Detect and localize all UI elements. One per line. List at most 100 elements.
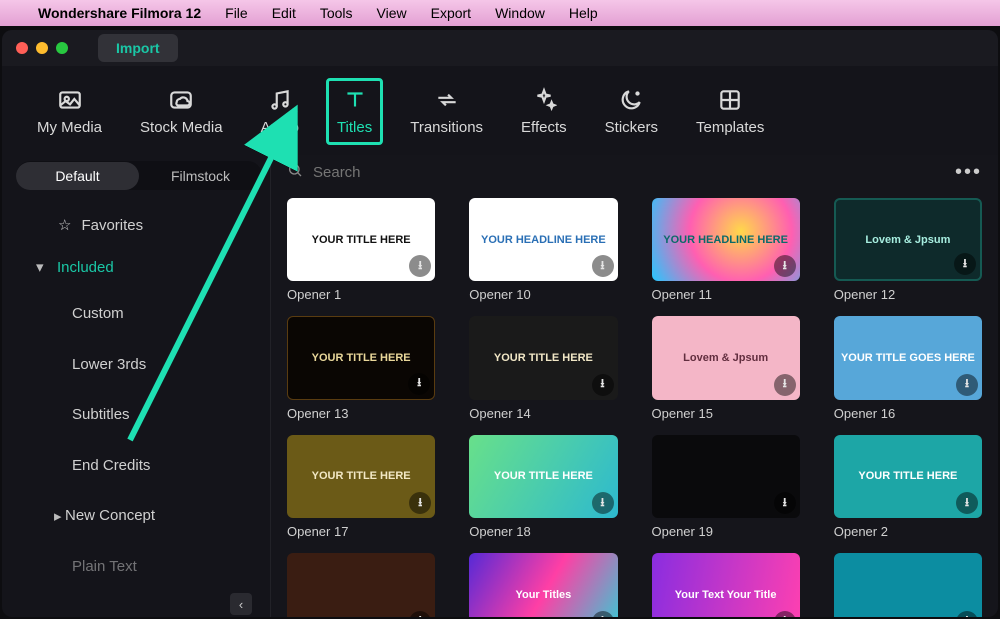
opener-card[interactable]: YOUR TITLE HERE⭳ Opener 1 (287, 198, 435, 302)
download-icon[interactable]: ⭳ (592, 374, 614, 396)
download-icon[interactable]: ⭳ (954, 253, 976, 275)
card-label: Opener 16 (834, 406, 982, 421)
download-icon[interactable]: ⭳ (409, 492, 431, 514)
sidebar-item-label: Included (57, 259, 114, 276)
download-icon[interactable]: ⭳ (956, 492, 978, 514)
menu-view[interactable]: View (377, 5, 407, 21)
tab-transitions[interactable]: Transitions (399, 78, 494, 145)
menubar-app-name[interactable]: Wondershare Filmora 12 (38, 5, 201, 21)
tab-templates[interactable]: Templates (685, 78, 775, 145)
opener-card[interactable]: ⭳ (834, 553, 982, 617)
opener-card[interactable]: Lovem & Jpsum⭳ Opener 12 (834, 198, 982, 302)
download-icon[interactable]: ⭳ (592, 492, 614, 514)
card-thumbnail: ⭳ (652, 435, 800, 518)
download-icon[interactable]: ⭳ (774, 611, 796, 617)
thumb-text: YOUR TITLE HERE (858, 470, 957, 482)
segmented-control: Default Filmstock (16, 161, 262, 190)
import-button[interactable]: Import (98, 34, 178, 62)
tab-titles[interactable]: Titles (326, 78, 383, 145)
card-label: Opener 14 (469, 406, 617, 421)
tab-stock-media[interactable]: Stock Media (129, 78, 234, 145)
sidebar: Default Filmstock ☆ Favorites ▾ Included… (2, 155, 270, 617)
card-label: Opener 15 (652, 406, 800, 421)
tab-label: Stock Media (140, 119, 223, 136)
download-icon[interactable]: ⭳ (592, 611, 614, 617)
tab-audio[interactable]: Audio (250, 78, 310, 145)
thumb-text: YOUR TITLE HERE (312, 470, 411, 482)
opener-card[interactable]: Lovem & Jpsum⭳ Opener 15 (652, 316, 800, 420)
opener-card[interactable]: YOUR TITLE HERE⭳ Opener 17 (287, 435, 435, 539)
sidebar-item-custom[interactable]: Custom (16, 288, 262, 339)
opener-card[interactable]: YOUR HEADLINE HERE⭳ Opener 10 (469, 198, 617, 302)
download-icon[interactable]: ⭳ (774, 255, 796, 277)
sidebar-included[interactable]: ▾ Included (16, 246, 262, 288)
sidebar-item-lower-3rds[interactable]: Lower 3rds (16, 339, 262, 390)
download-icon[interactable]: ⭳ (409, 255, 431, 277)
menu-tools[interactable]: Tools (320, 5, 353, 21)
thumb-text: YOUR HEADLINE HERE (663, 234, 788, 246)
thumb-text: YOUR TITLE HERE (312, 234, 411, 246)
card-thumbnail: YOUR TITLE HERE ⭳ (469, 435, 617, 518)
download-icon[interactable]: ⭳ (956, 611, 978, 617)
opener-card[interactable]: YOUR TITLE GOES HERE⭳ Opener 16 (834, 316, 982, 420)
opener-card[interactable]: Your Titles⭳ (469, 553, 617, 617)
collapse-sidebar-button[interactable]: ‹ (230, 593, 252, 615)
tab-my-media[interactable]: My Media (26, 78, 113, 145)
card-thumbnail: YOUR TITLE HERE ⭳ (287, 198, 435, 281)
opener-card[interactable]: YOUR HEADLINE HERE⭳ Opener 11 (652, 198, 800, 302)
opener-card[interactable]: YOUR TITLE HERE⭳ Opener 2 (834, 435, 982, 539)
thumb-text: YOUR TITLE HERE (494, 470, 593, 482)
grid-icon (717, 87, 743, 113)
segment-filmstock[interactable]: Filmstock (139, 162, 262, 190)
download-icon[interactable]: ⭳ (774, 374, 796, 396)
tab-effects[interactable]: Effects (510, 78, 578, 145)
menu-edit[interactable]: Edit (272, 5, 296, 21)
download-icon[interactable]: ⭳ (409, 611, 431, 617)
close-window-button[interactable] (16, 42, 28, 54)
moon-icon (618, 87, 644, 113)
more-options-icon[interactable]: ••• (955, 161, 982, 184)
menu-export[interactable]: Export (431, 5, 471, 21)
download-icon[interactable]: ⭳ (592, 255, 614, 277)
sidebar-favorites[interactable]: ☆ Favorites (16, 204, 262, 246)
sidebar-item-plain-text[interactable]: Plain Text (16, 541, 262, 592)
card-thumbnail: YOUR TITLE HERE ⭳ (287, 435, 435, 518)
opener-card[interactable]: YOUR TITLE HERE⭳ Opener 18 (469, 435, 617, 539)
download-icon[interactable]: ⭳ (774, 492, 796, 514)
tab-label: Transitions (410, 119, 483, 136)
menu-help[interactable]: Help (569, 5, 598, 21)
tab-stickers[interactable]: Stickers (594, 78, 669, 145)
fullscreen-window-button[interactable] (56, 42, 68, 54)
card-thumbnail: ⭳ (834, 553, 982, 617)
menu-window[interactable]: Window (495, 5, 545, 21)
opener-card[interactable]: Your Text Your Title⭳ (652, 553, 800, 617)
opener-card[interactable]: YOUR TITLE HERE⭳ Opener 14 (469, 316, 617, 420)
sidebar-collapse-row: ‹ (16, 592, 262, 617)
minimize-window-button[interactable] (36, 42, 48, 54)
sidebar-item-end-credits[interactable]: End Credits (16, 440, 262, 491)
menu-file[interactable]: File (225, 5, 248, 21)
sidebar-item-label: New Concept (65, 507, 155, 524)
top-tabs: My Media Stock Media Audio Titles Transi… (2, 66, 998, 155)
segment-default[interactable]: Default (16, 162, 139, 190)
opener-card[interactable]: YOUR TITLE HERE⭳ Opener 13 (287, 316, 435, 420)
download-icon[interactable]: ⭳ (956, 374, 978, 396)
sidebar-item-label: Favorites (81, 217, 143, 234)
swap-icon (434, 87, 460, 113)
download-icon[interactable]: ⭳ (408, 373, 430, 395)
app-window: Import My Media Stock Media Audio Titles… (2, 30, 998, 617)
sidebar-item-subtitles[interactable]: Subtitles (16, 389, 262, 440)
sidebar-item-new-concept[interactable]: ▸ New Concept (16, 491, 262, 542)
star-icon: ☆ (58, 216, 71, 234)
opener-card[interactable]: ⭳ (287, 553, 435, 617)
search-icon (287, 162, 303, 183)
opener-card[interactable]: ⭳ Opener 19 (652, 435, 800, 539)
template-grid: YOUR TITLE HERE⭳ Opener 1 YOUR HEADLINE … (271, 194, 998, 617)
card-label: Opener 19 (652, 524, 800, 539)
search-input[interactable] (313, 164, 945, 181)
image-icon (57, 87, 83, 113)
tab-label: Stickers (605, 119, 658, 136)
macos-menubar: Wondershare Filmora 12 File Edit Tools V… (0, 0, 1000, 26)
traffic-lights (16, 42, 68, 54)
card-thumbnail: YOUR TITLE HERE ⭳ (834, 435, 982, 518)
